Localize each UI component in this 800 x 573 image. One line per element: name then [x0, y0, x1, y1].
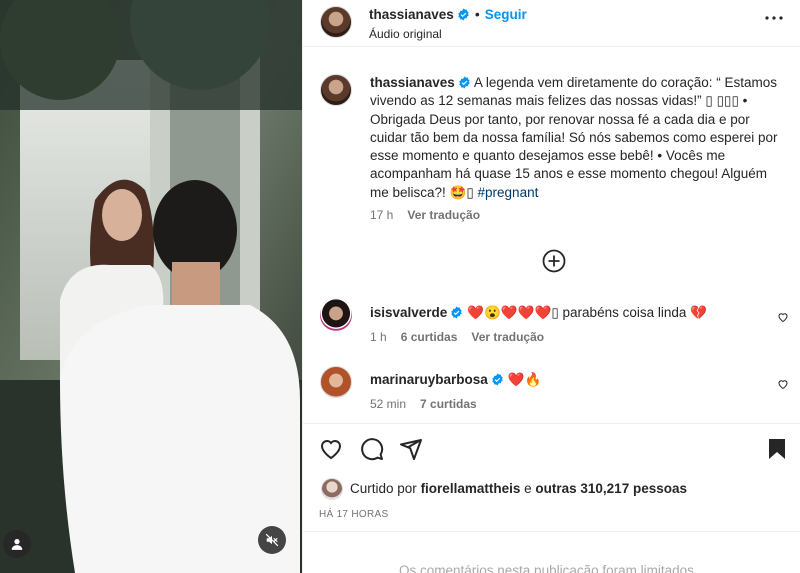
- user-tag-icon[interactable]: [3, 530, 31, 558]
- share-icon[interactable]: [399, 437, 423, 461]
- liked-by-row: Curtido por fiorellamattheis e outras 31…: [319, 476, 789, 502]
- comment-meta: 1 h 6 curtidas Ver tradução: [370, 330, 558, 344]
- comment-likes[interactable]: 7 curtidas: [420, 397, 477, 411]
- action-bar: [303, 423, 800, 473]
- comment-text: ❤️😮❤️❤️❤️▯ parabéns coisa linda 💔: [467, 305, 707, 320]
- others-count-link[interactable]: outras 310,217 pessoas: [535, 481, 687, 496]
- verified-badge-icon: [492, 373, 503, 386]
- liked-by-prefix: Curtido por: [350, 481, 417, 496]
- caption-body: A legenda vem diretamente do coração: “ …: [370, 75, 778, 200]
- author-avatar[interactable]: [320, 6, 352, 38]
- comment-time[interactable]: 1 h: [370, 330, 387, 344]
- comment-line: marinaruybarbosa ❤️🔥: [370, 372, 541, 388]
- post-header: thassianaves • Seguir Áudio original: [303, 0, 800, 47]
- verified-badge-icon: [451, 306, 463, 319]
- translate-caption-link[interactable]: Ver tradução: [407, 208, 480, 222]
- bookmark-icon[interactable]: [765, 437, 789, 461]
- commenter-avatar[interactable]: [320, 299, 352, 331]
- comment-meta: 52 min 7 curtidas: [370, 397, 491, 411]
- muted-speaker-icon[interactable]: [258, 526, 286, 554]
- separator-dot: •: [474, 6, 480, 22]
- comments-limited-notice: Os comentários nesta publicação foram li…: [303, 531, 800, 573]
- comment-line: isisvalverde ❤️😮❤️❤️❤️▯ parabéns coisa li…: [370, 305, 707, 321]
- comment-username[interactable]: isisvalverde: [370, 305, 447, 320]
- heart-icon[interactable]: [777, 378, 789, 390]
- heart-icon[interactable]: [777, 311, 789, 323]
- author-line: thassianaves • Seguir: [369, 6, 527, 22]
- caption-meta: 17 h Ver tradução: [370, 208, 480, 222]
- comment-text: ❤️🔥: [507, 372, 542, 387]
- hashtag-link[interactable]: #pregnant: [478, 185, 539, 200]
- plus-circle-icon[interactable]: [542, 249, 566, 273]
- follow-button[interactable]: Seguir: [485, 7, 527, 22]
- caption-author-username[interactable]: thassianaves: [370, 75, 455, 90]
- verified-badge-icon: [459, 76, 470, 89]
- post-timestamp[interactable]: HÁ 17 HORAS: [319, 509, 388, 520]
- liked-by-text: Curtido por fiorellamattheis e outras 31…: [350, 481, 687, 496]
- commenter-avatar[interactable]: [320, 366, 352, 398]
- liker-avatar[interactable]: [321, 478, 343, 500]
- comment-likes[interactable]: 6 curtidas: [401, 330, 458, 344]
- post-details-panel: thassianaves • Seguir Áudio original thass…: [302, 0, 800, 573]
- comment-username[interactable]: marinaruybarbosa: [370, 372, 488, 387]
- liked-by-conjunction: e: [524, 481, 532, 496]
- caption-text: thassianaves A legenda vem diretamente d…: [370, 74, 780, 202]
- caption-time[interactable]: 17 h: [370, 208, 393, 222]
- comment-time[interactable]: 52 min: [370, 397, 406, 411]
- liker-username[interactable]: fiorellamattheis: [421, 481, 521, 496]
- limited-text: Os comentários nesta publicação foram li…: [399, 563, 694, 573]
- heart-icon[interactable]: [319, 437, 343, 461]
- more-options-icon[interactable]: [765, 16, 783, 20]
- video-frame: [0, 0, 302, 573]
- translate-comment-link[interactable]: Ver tradução: [471, 330, 544, 344]
- post-video[interactable]: [0, 0, 302, 573]
- verified-badge-icon: [458, 8, 469, 21]
- caption-author-avatar[interactable]: [320, 74, 352, 106]
- author-username[interactable]: thassianaves: [369, 7, 454, 22]
- audio-link[interactable]: Áudio original: [369, 27, 442, 41]
- comment-icon[interactable]: [360, 437, 384, 461]
